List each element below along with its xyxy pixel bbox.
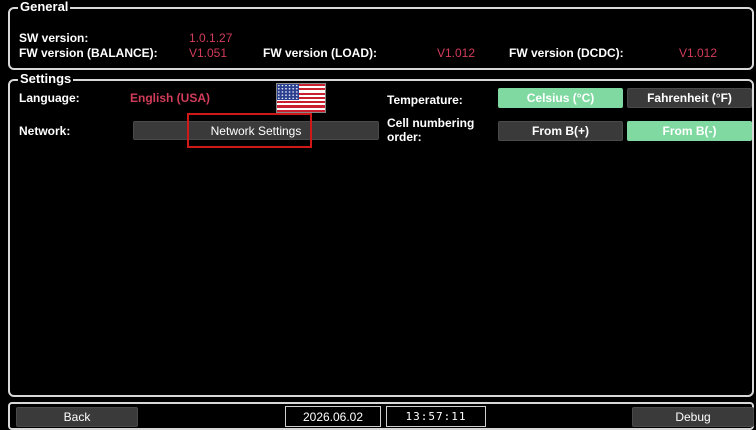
fw-balance-label: FW version (BALANCE): <box>19 46 158 60</box>
sw-version-label: SW version: <box>19 31 89 45</box>
general-legend: General <box>18 0 71 14</box>
celsius-button[interactable]: Celsius (°C) <box>498 88 623 108</box>
sw-version-value: 1.0.1.27 <box>189 31 233 45</box>
debug-button[interactable]: Debug <box>632 407 754 427</box>
date-display: 2026.06.02 <box>285 406 381 427</box>
cell-numbering-label-line2: order: <box>387 130 422 144</box>
back-button[interactable]: Back <box>16 407 138 427</box>
language-value[interactable]: English (USA) <box>130 91 210 105</box>
network-label: Network: <box>19 124 71 138</box>
from-b-minus-button[interactable]: From B(-) <box>627 121 752 141</box>
from-b-plus-button[interactable]: From B(+) <box>498 121 623 141</box>
fw-load-label: FW version (LOAD): <box>263 46 377 60</box>
time-display: 13:57:11 <box>386 406 486 427</box>
language-label: Language: <box>19 91 80 105</box>
general-panel: General <box>8 0 754 70</box>
fw-balance-value: V1.051 <box>189 46 228 60</box>
us-flag-icon[interactable] <box>276 83 326 113</box>
settings-legend: Settings <box>18 71 74 86</box>
cell-numbering-label-line1: Cell numbering <box>387 116 475 130</box>
fw-load-value: V1.012 <box>437 46 476 60</box>
network-settings-highlight <box>187 113 312 148</box>
fahrenheit-button[interactable]: Fahrenheit (°F) <box>627 88 752 108</box>
fw-dcdc-value: V1.012 <box>679 46 718 60</box>
cell-numbering-label: Cell numbering order: <box>387 116 474 144</box>
fw-dcdc-label: FW version (DCDC): <box>509 46 624 60</box>
temperature-label: Temperature: <box>387 93 463 107</box>
